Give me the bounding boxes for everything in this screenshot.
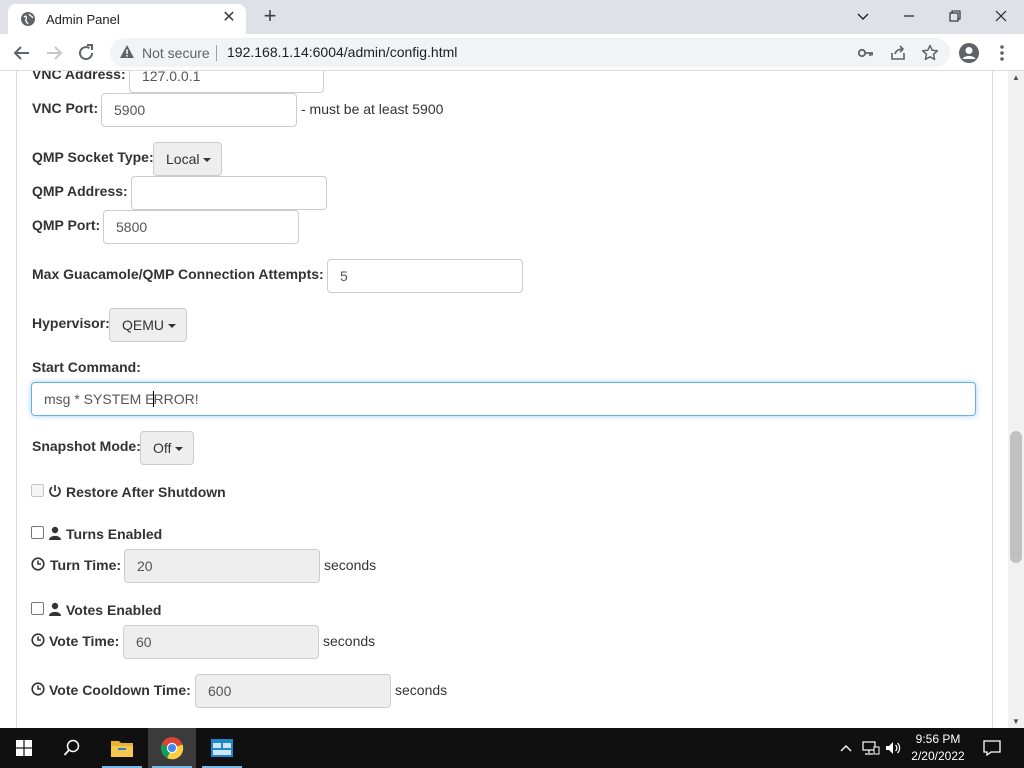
key-icon[interactable] — [857, 44, 875, 62]
qmp-port-input[interactable]: 5800 — [103, 210, 299, 244]
bookmark-star-icon[interactable] — [921, 44, 939, 62]
start-command-text-before-caret: msg * SYSTEM E — [44, 391, 155, 407]
close-tab-icon[interactable]: ✕ — [220, 9, 238, 27]
minimize-window-icon[interactable] — [889, 2, 929, 30]
votes-enabled-label: Votes Enabled — [66, 602, 162, 618]
windows-taskbar: 9:56 PM 2/20/2022 — [0, 728, 1024, 768]
close-window-icon[interactable] — [981, 2, 1021, 30]
hypervisor-label: Hypervisor: — [32, 315, 110, 331]
vote-time-input[interactable]: 60 — [123, 625, 319, 659]
caret-down-icon — [175, 447, 184, 451]
reload-icon[interactable] — [74, 41, 98, 65]
max-connection-attempts-input[interactable]: 5 — [327, 259, 523, 293]
browser-tab-strip: Admin Panel ✕ + — [0, 0, 1024, 34]
qmp-port-label: QMP Port: — [32, 217, 101, 233]
hypervisor-dropdown[interactable]: QEMU — [109, 308, 187, 342]
clock-icon — [31, 557, 45, 571]
not-secure-label[interactable]: Not secure — [142, 45, 210, 61]
taskbar-chrome[interactable] — [148, 728, 196, 768]
vote-cooldown-time-input[interactable]: 600 — [195, 674, 391, 708]
scroll-down-arrow-icon[interactable]: ▼ — [1012, 717, 1020, 726]
taskbar-search-button[interactable] — [48, 728, 96, 768]
vote-cooldown-time-label: Vote Cooldown Time: — [49, 682, 191, 698]
vote-time-label: Vote Time: — [49, 633, 120, 649]
windows-logo-icon — [16, 740, 32, 756]
search-icon — [63, 739, 80, 756]
browser-toolbar: Not secure 192.168.1.14:6004/admin/confi… — [0, 34, 1024, 71]
start-command-label: Start Command: — [32, 359, 141, 375]
app-window-icon — [211, 739, 233, 757]
profile-avatar-icon[interactable] — [958, 42, 980, 64]
taskbar-file-explorer[interactable] — [98, 728, 146, 768]
qmp-address-input[interactable] — [131, 176, 327, 210]
hypervisor-value: QEMU — [122, 317, 164, 333]
vote-cooldown-time-unit: seconds — [395, 682, 448, 698]
vnc-address-label: VNC Address: — [32, 71, 126, 82]
start-command-text-after-caret: RROR! — [153, 391, 199, 407]
tab-title: Admin Panel — [46, 12, 120, 27]
network-icon[interactable] — [862, 740, 880, 756]
chrome-icon — [160, 737, 184, 760]
restore-after-shutdown-checkbox[interactable] — [31, 484, 44, 497]
page-scrollbar[interactable]: ▲ ▼ — [1008, 71, 1024, 728]
page-viewport: VNC Address: 127.0.0.1 VNC Port: 5900 - … — [0, 71, 1008, 728]
power-icon — [49, 485, 61, 498]
clock-date[interactable]: 2/20/2022 — [910, 749, 966, 763]
qmp-socket-type-dropdown[interactable]: Local — [153, 142, 223, 176]
folder-icon — [111, 741, 133, 757]
browser-tab-admin-panel[interactable]: Admin Panel ✕ — [8, 4, 246, 34]
url-text[interactable]: 192.168.1.14:6004/admin/config.html — [227, 44, 457, 60]
vnc-port-hint: - must be at least 5900 — [301, 101, 444, 117]
user-icon — [49, 526, 61, 540]
clock-icon — [31, 633, 45, 647]
scrollbar-thumb[interactable] — [1010, 431, 1022, 563]
clock-icon — [31, 682, 45, 696]
new-tab-icon[interactable]: + — [258, 5, 282, 29]
vnc-port-input[interactable]: 5900 — [101, 93, 297, 127]
scroll-up-arrow-icon[interactable]: ▲ — [1012, 73, 1020, 82]
clock-time[interactable]: 9:56 PM — [910, 732, 966, 746]
forward-arrow-icon[interactable] — [42, 41, 66, 65]
share-icon[interactable] — [889, 44, 907, 62]
show-hidden-icons-chevron-icon[interactable] — [839, 742, 853, 754]
taskbar-app-window[interactable] — [198, 728, 246, 768]
turn-time-label: Turn Time: — [50, 557, 122, 573]
snapshot-mode-dropdown[interactable]: Off — [140, 431, 195, 465]
vnc-port-label: VNC Port: — [32, 100, 99, 116]
caret-down-icon — [203, 158, 212, 162]
snapshot-mode-value: Off — [153, 440, 172, 456]
restore-after-shutdown-label: Restore After Shutdown — [66, 484, 226, 500]
start-button[interactable] — [0, 728, 48, 768]
max-connection-attempts-label: Max Guacamole/QMP Connection Attempts: — [32, 266, 324, 282]
caret-down-icon — [168, 324, 176, 328]
qmp-socket-type-value: Local — [166, 151, 200, 167]
user-icon — [49, 602, 61, 616]
volume-icon[interactable] — [885, 740, 903, 756]
votes-enabled-checkbox[interactable] — [31, 602, 44, 615]
more-menu-icon[interactable] — [991, 42, 1013, 64]
qmp-socket-type-label: QMP Socket Type: — [32, 149, 154, 165]
restore-window-icon[interactable] — [935, 2, 975, 30]
turns-enabled-checkbox[interactable] — [31, 526, 44, 539]
warning-triangle-icon[interactable] — [119, 44, 135, 60]
start-command-input[interactable]: msg * SYSTEM ERROR! — [31, 382, 976, 416]
turn-time-unit: seconds — [324, 557, 377, 573]
vote-time-unit: seconds — [323, 633, 376, 649]
snapshot-mode-label: Snapshot Mode: — [32, 438, 141, 454]
tab-search-chevron-icon[interactable] — [843, 2, 883, 30]
back-arrow-icon[interactable] — [10, 41, 34, 65]
notifications-icon[interactable] — [983, 739, 1001, 757]
globe-icon — [21, 12, 35, 26]
vnc-address-input[interactable]: 127.0.0.1 — [129, 71, 324, 93]
omnibox-divider — [216, 45, 217, 61]
turn-time-input[interactable]: 20 — [124, 549, 320, 583]
qmp-address-label: QMP Address: — [32, 183, 128, 199]
address-bar[interactable]: Not secure 192.168.1.14:6004/admin/confi… — [110, 38, 950, 67]
turns-enabled-label: Turns Enabled — [66, 526, 163, 542]
